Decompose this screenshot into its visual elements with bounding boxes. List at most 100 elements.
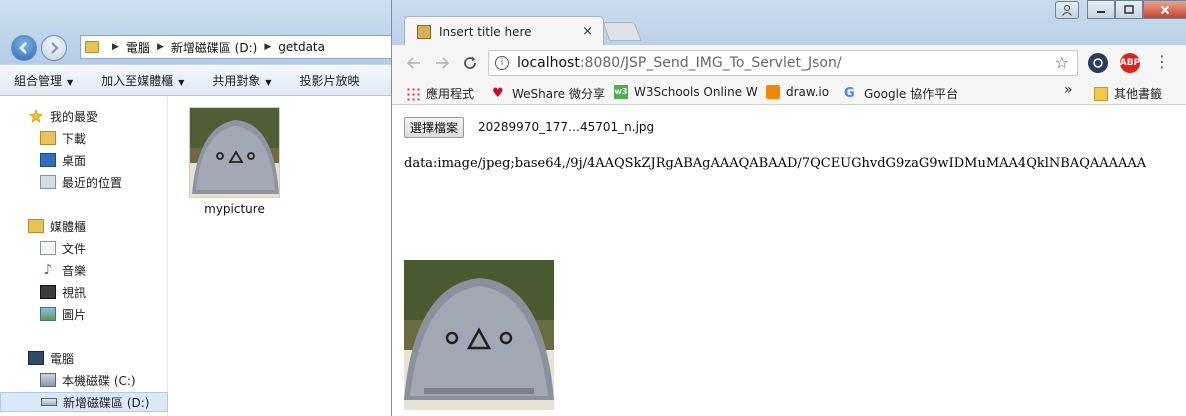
url-path: :8080/JSP_Send_IMG_To_Servlet_Json/ [579,55,842,71]
bookmark-label: 其他書籤 [1114,87,1163,101]
choose-file-button[interactable]: 選擇檔案 [404,117,465,138]
chrome-menu-icon[interactable]: ⋮ [1154,52,1170,71]
share-with-label: 共用對象 [212,73,261,88]
nav-item-music[interactable]: ♪ 音樂 [0,260,168,280]
add-to-library-menu[interactable]: 加入至媒體櫃 ▼ [87,72,198,89]
file-list-pane: mypicture [169,97,395,416]
adblock-plus-icon[interactable]: ABP [1120,53,1140,73]
new-tab-button[interactable] [602,22,642,41]
coin-purse-image [404,260,554,410]
drawio-icon [766,85,780,99]
bookmark-star-icon[interactable]: ☆ [1055,53,1069,72]
nav-item-label: 下載 [62,131,87,146]
close-window-button[interactable] [1143,0,1186,19]
url-bar[interactable]: i localhost:8080/JSP_Send_IMG_To_Servlet… [488,50,1078,76]
nav-item-label: 視訊 [62,285,87,300]
chevron-right-icon: ▶ [112,42,119,52]
nav-item-downloads[interactable]: 下載 [0,128,168,148]
browser-tab[interactable]: Insert title here × [404,16,604,47]
bookmark-drawio[interactable]: draw.io [766,85,829,99]
chosen-file-name: 20289970_177…45701_n.jpg [478,120,655,134]
breadcrumb-drive-d[interactable]: 新增磁碟區 (D:) [171,39,257,56]
folder-icon [85,41,99,53]
film-icon [40,285,56,299]
browser-back-button[interactable] [404,53,424,73]
computer-label: 電腦 [50,351,75,366]
favorites-label: 我的最愛 [50,109,99,124]
nav-item-recent-places[interactable]: 最近的位置 [0,172,168,192]
libraries-label: 媒體櫃 [50,219,87,234]
computer-group[interactable]: 電腦 [0,348,168,368]
user-profile-icon[interactable] [1055,1,1079,19]
chevron-right-icon: ▶ [156,42,164,52]
w3schools-icon: w3 [614,85,628,99]
navigation-pane: 我的最愛 下載 桌面 最近的位置 媒體櫃 文件 ♪ 音樂 視訊 圖片 電腦 本機… [0,97,168,416]
caret-down-icon: ▼ [67,77,74,87]
minimize-icon [1097,10,1105,13]
bookmark-label: WeShare 微分享 [512,87,605,101]
google-icon: G [844,85,855,101]
file-name-label[interactable]: mypicture [189,202,280,216]
favorites-group[interactable]: 我的最愛 [0,106,168,126]
extension-glyph-icon [1093,58,1103,68]
bookmark-other[interactable]: 其他書籤 [1094,85,1162,102]
bookmarks-bar: 應用程式 ♥ WeShare 微分享 w3 W3Schools Online W… [392,79,1186,105]
forward-button[interactable] [41,35,67,61]
back-button[interactable] [11,35,37,61]
tab-favicon [417,25,431,39]
url-host: localhost [517,55,580,71]
nav-item-label: 文件 [62,241,87,256]
nav-item-pictures[interactable]: 圖片 [0,304,168,324]
bookmark-label: 應用程式 [426,87,475,101]
bookmark-w3schools[interactable]: w3 W3Schools Online W [614,85,758,99]
bookmark-label: W3Schools Online W [634,85,758,99]
bookmarks-overflow[interactable]: » [1064,82,1073,98]
nav-item-label: 最近的位置 [62,175,123,190]
drive-icon [40,373,56,387]
add-to-library-label: 加入至媒體櫃 [101,73,174,88]
tab-close-icon[interactable]: × [582,24,593,39]
maximize-button[interactable] [1115,0,1143,19]
nav-item-label: 圖片 [62,307,87,322]
nav-item-label: 桌面 [62,153,87,168]
info-icon: i [495,56,509,70]
recent-places-icon [40,175,56,189]
slideshow-label: 投影片放映 [299,73,360,88]
nav-item-videos[interactable]: 視訊 [0,282,168,302]
nav-item-drive-c[interactable]: 本機磁碟 (C:) [0,370,168,390]
chevron-right-icon: ▶ [264,42,272,52]
chrome-toolbar: i localhost:8080/JSP_Send_IMG_To_Servlet… [392,45,1186,79]
nav-item-documents[interactable]: 文件 [0,238,168,258]
breadcrumb-getdata[interactable]: getdata [278,40,325,54]
explorer-window: ▶ 電腦 ▶ 新增磁碟區 (D:) ▶ getdata 組合管理 ▼ 加入至媒體櫃… [0,0,395,416]
picture-icon [40,307,56,321]
heart-icon: ♥ [492,85,504,101]
document-icon [40,241,56,255]
reload-button[interactable] [460,53,480,73]
chrome-window: Insert title here × i localhost:8080/JSP… [391,0,1186,416]
extension-icon[interactable] [1088,53,1108,73]
minimize-button[interactable] [1087,0,1115,19]
maximize-icon [1124,4,1134,14]
person-icon [1062,5,1072,16]
share-with-menu[interactable]: 共用對象 ▼ [198,72,285,89]
bookmark-google-sites[interactable]: G Google 協作平台 [844,85,958,102]
desktop-icon [40,153,56,167]
music-note-icon: ♪ [43,262,53,278]
slideshow-button[interactable]: 投影片放映 [286,72,374,89]
nav-item-drive-d[interactable]: 新增磁碟區 (D:) [0,392,168,412]
folder-icon [1094,86,1108,101]
bookmark-weshare[interactable]: ♥ WeShare 微分享 [492,85,605,102]
star-icon [29,109,43,123]
organize-menu[interactable]: 組合管理 ▼ [0,72,87,89]
nav-item-desktop[interactable]: 桌面 [0,150,168,170]
page-content: 選擇檔案 20289970_177…45701_n.jpg data:image… [392,106,1186,416]
file-thumbnail[interactable] [189,107,280,198]
browser-forward-button[interactable] [432,53,452,73]
bookmark-apps[interactable]: 應用程式 [406,85,474,102]
library-icon [28,219,44,233]
coin-purse-image [190,108,279,197]
libraries-group[interactable]: 媒體櫃 [0,216,168,236]
explorer-address-bar[interactable]: ▶ 電腦 ▶ 新增磁碟區 (D:) ▶ getdata [80,35,395,59]
breadcrumb-computer[interactable]: 電腦 [126,39,150,56]
